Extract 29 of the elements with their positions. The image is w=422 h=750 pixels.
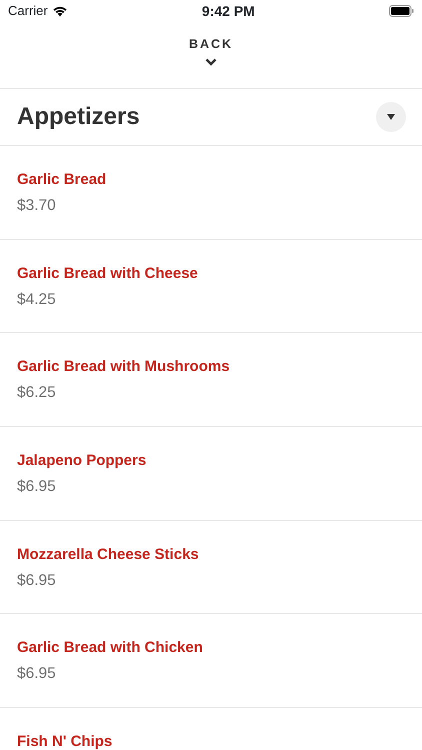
item-name: Jalapeno Poppers: [17, 451, 148, 472]
item-name: Fish N' Chips: [17, 732, 114, 750]
item-price: $6.95: [17, 570, 57, 591]
category-title: Appetizers: [17, 102, 140, 132]
item-name: Garlic Bread with Mushrooms: [17, 357, 231, 378]
menu-item-row[interactable]: Mozzarella Cheese Sticks $6.95: [0, 520, 422, 614]
menu-item-row[interactable]: Garlic Bread $3.70: [0, 146, 422, 240]
dropdown-button[interactable]: [376, 102, 406, 132]
item-name: Mozzarella Cheese Sticks: [17, 544, 200, 565]
time-label: 9:42 PM: [202, 2, 255, 20]
menu-item-row[interactable]: Garlic Bread with Mushrooms $6.25: [0, 333, 422, 428]
battery-icon: [389, 5, 414, 17]
carrier-label: Carrier: [8, 2, 48, 20]
item-price: $4.25: [17, 290, 57, 310]
menu-item-row[interactable]: Jalapeno Poppers $6.95: [0, 427, 422, 521]
item-price: $6.95: [17, 664, 57, 684]
item-name: Garlic Bread with Chicken: [17, 638, 204, 658]
item-price: $6.25: [17, 383, 57, 404]
item-name: Garlic Bread: [17, 170, 108, 190]
caret-icon: [387, 114, 395, 120]
item-price: $6.95: [17, 477, 57, 498]
menu-item-row[interactable]: Fish N' Chips: [0, 708, 422, 750]
item-price: $3.70: [17, 196, 57, 216]
wifi-icon: [52, 5, 68, 17]
menu-item-row[interactable]: Garlic Bread with Chicken $6.95: [0, 614, 422, 708]
back-button[interactable]: BACK: [188, 22, 234, 88]
item-name: Garlic Bread with Cheese: [17, 264, 199, 284]
chevron-down-icon: [204, 58, 217, 66]
menu-item-row[interactable]: Garlic Bread with Cheese $4.25: [0, 240, 422, 334]
